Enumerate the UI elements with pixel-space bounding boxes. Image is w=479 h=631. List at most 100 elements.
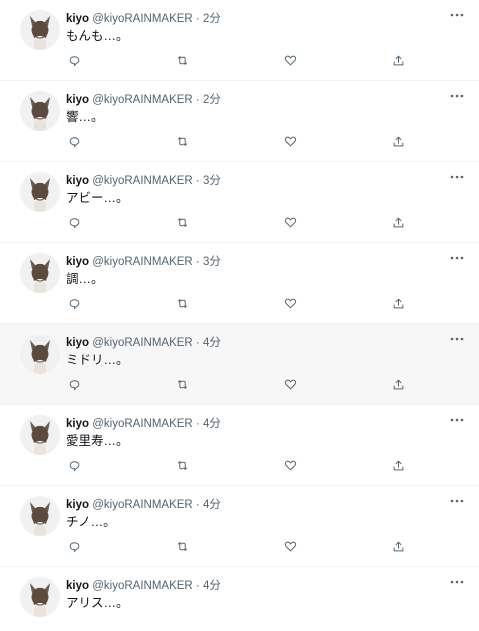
more-icon[interactable] <box>449 8 465 22</box>
retweet-button[interactable] <box>173 540 191 558</box>
timestamp[interactable]: · 4分 <box>196 580 221 592</box>
tweet-actions <box>60 540 410 558</box>
display-name[interactable]: kiyo <box>66 580 89 592</box>
like-button[interactable] <box>281 216 299 234</box>
tweet-header: kiyo @kiyoRAINMAKER · 2分 <box>66 12 221 26</box>
share-button[interactable] <box>389 459 407 477</box>
like-button[interactable] <box>281 297 299 315</box>
retweet-button[interactable] <box>173 378 191 396</box>
avatar[interactable] <box>20 10 60 50</box>
retweet-button[interactable] <box>173 135 191 153</box>
avatar[interactable] <box>20 334 60 374</box>
share-icon <box>392 540 405 558</box>
reply-button[interactable] <box>65 135 83 153</box>
like-icon <box>284 540 297 558</box>
tweet[interactable]: kiyo @kiyoRAINMAKER · 4分 アリス…。 <box>0 567 479 631</box>
reply-button[interactable] <box>65 378 83 396</box>
like-button[interactable] <box>281 135 299 153</box>
avatar-image-icon <box>20 415 60 455</box>
share-icon <box>392 378 405 396</box>
reply-button[interactable] <box>65 540 83 558</box>
avatar[interactable] <box>20 172 60 212</box>
like-button[interactable] <box>281 459 299 477</box>
share-button[interactable] <box>389 54 407 72</box>
user-handle[interactable]: @kiyoRAINMAKER <box>92 499 193 511</box>
timestamp[interactable]: · 4分 <box>196 337 221 349</box>
tweet-header: kiyo @kiyoRAINMAKER · 4分 <box>66 579 221 593</box>
share-button[interactable] <box>389 297 407 315</box>
share-icon <box>392 54 405 72</box>
user-handle[interactable]: @kiyoRAINMAKER <box>92 580 193 592</box>
avatar[interactable] <box>20 253 60 293</box>
retweet-button[interactable] <box>173 54 191 72</box>
share-icon <box>392 297 405 315</box>
user-handle[interactable]: @kiyoRAINMAKER <box>92 337 193 349</box>
tweet[interactable]: kiyo @kiyoRAINMAKER · 4分 愛里寿…。 <box>0 405 479 486</box>
user-handle[interactable]: @kiyoRAINMAKER <box>92 13 193 25</box>
more-icon[interactable] <box>449 170 465 184</box>
timestamp[interactable]: · 3分 <box>196 256 221 268</box>
user-handle[interactable]: @kiyoRAINMAKER <box>92 256 193 268</box>
retweet-button[interactable] <box>173 216 191 234</box>
share-button[interactable] <box>389 216 407 234</box>
reply-button[interactable] <box>65 297 83 315</box>
tweet-header: kiyo @kiyoRAINMAKER · 3分 <box>66 174 221 188</box>
retweet-button[interactable] <box>173 297 191 315</box>
timestamp[interactable]: · 4分 <box>196 499 221 511</box>
share-button[interactable] <box>389 540 407 558</box>
reply-button[interactable] <box>65 216 83 234</box>
user-handle[interactable]: @kiyoRAINMAKER <box>92 94 193 106</box>
tweet[interactable]: kiyo @kiyoRAINMAKER · 4分 チノ…。 <box>0 486 479 567</box>
like-button[interactable] <box>281 540 299 558</box>
avatar[interactable] <box>20 496 60 536</box>
tweet-actions <box>60 216 410 234</box>
avatar[interactable] <box>20 91 60 131</box>
like-button[interactable] <box>281 378 299 396</box>
avatar[interactable] <box>20 415 60 455</box>
reply-icon <box>68 378 81 396</box>
reply-icon <box>68 459 81 477</box>
more-icon[interactable] <box>449 89 465 103</box>
display-name[interactable]: kiyo <box>66 94 89 106</box>
share-icon <box>392 459 405 477</box>
avatar[interactable] <box>20 577 60 617</box>
timestamp[interactable]: · 3分 <box>196 175 221 187</box>
reply-button[interactable] <box>65 459 83 477</box>
timestamp[interactable]: · 4分 <box>196 418 221 430</box>
share-icon <box>392 216 405 234</box>
display-name[interactable]: kiyo <box>66 337 89 349</box>
more-icon[interactable] <box>449 494 465 508</box>
tweet[interactable]: kiyo @kiyoRAINMAKER · 3分 調…。 <box>0 243 479 324</box>
display-name[interactable]: kiyo <box>66 175 89 187</box>
retweet-icon <box>176 459 189 477</box>
reply-icon <box>68 297 81 315</box>
like-icon <box>284 216 297 234</box>
tweet[interactable]: kiyo @kiyoRAINMAKER · 3分 アビー…。 <box>0 162 479 243</box>
tweet[interactable]: kiyo @kiyoRAINMAKER · 4分 ミドリ…。 <box>0 324 479 405</box>
share-button[interactable] <box>389 135 407 153</box>
more-icon[interactable] <box>449 251 465 265</box>
share-button[interactable] <box>389 378 407 396</box>
like-button[interactable] <box>281 54 299 72</box>
retweet-button[interactable] <box>173 459 191 477</box>
display-name[interactable]: kiyo <box>66 499 89 511</box>
more-icon[interactable] <box>449 575 465 589</box>
timeline-feed: kiyo @kiyoRAINMAKER · 2分 もんも…。 kiyo @kiy… <box>0 0 479 631</box>
tweet[interactable]: kiyo @kiyoRAINMAKER · 2分 もんも…。 <box>0 0 479 81</box>
avatar-image-icon <box>20 91 60 131</box>
tweet-actions <box>60 459 410 477</box>
user-handle[interactable]: @kiyoRAINMAKER <box>92 418 193 430</box>
tweet-text: 愛里寿…。 <box>66 434 129 448</box>
display-name[interactable]: kiyo <box>66 418 89 430</box>
avatar-image-icon <box>20 577 60 617</box>
timestamp[interactable]: · 2分 <box>196 13 221 25</box>
more-icon[interactable] <box>449 332 465 346</box>
more-icon[interactable] <box>449 413 465 427</box>
display-name[interactable]: kiyo <box>66 13 89 25</box>
tweet[interactable]: kiyo @kiyoRAINMAKER · 2分 響…。 <box>0 81 479 162</box>
timestamp[interactable]: · 2分 <box>196 94 221 106</box>
display-name[interactable]: kiyo <box>66 256 89 268</box>
tweet-actions <box>60 54 410 72</box>
reply-button[interactable] <box>65 54 83 72</box>
user-handle[interactable]: @kiyoRAINMAKER <box>92 175 193 187</box>
